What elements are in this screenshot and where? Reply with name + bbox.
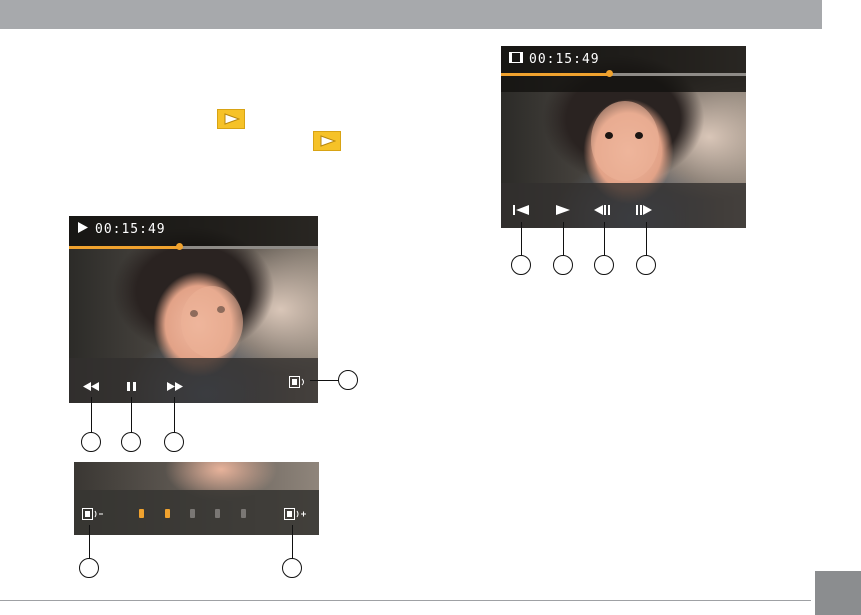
play-icon <box>313 131 341 151</box>
status-bar: 00:15:49 <box>69 216 318 250</box>
footer-rule <box>0 600 811 601</box>
callout-marker <box>511 255 531 275</box>
eye <box>605 132 613 139</box>
callout-marker <box>553 255 573 275</box>
volume-level-segment <box>139 509 144 518</box>
callout-line <box>89 525 90 559</box>
volume-icon[interactable] <box>289 375 309 393</box>
callout-marker <box>79 558 99 578</box>
callout-line <box>604 222 605 256</box>
callout-line <box>310 380 338 381</box>
callout-marker <box>282 558 302 578</box>
face <box>591 101 659 181</box>
pause-icon[interactable] <box>127 378 136 396</box>
play-icon[interactable] <box>556 202 570 220</box>
face <box>181 286 243 358</box>
page-tab <box>815 571 861 615</box>
volume-level-segment <box>241 509 246 518</box>
callout-marker <box>338 370 358 390</box>
callout-marker <box>636 255 656 275</box>
progress-knob[interactable] <box>605 70 613 77</box>
callout-marker <box>81 432 101 452</box>
callout-line <box>91 397 92 433</box>
time-display: 00:15:49 <box>77 222 166 237</box>
play-icon <box>217 109 245 129</box>
eye <box>635 132 643 139</box>
previous-frame-icon[interactable] <box>513 202 529 220</box>
step-forward-icon[interactable] <box>636 202 652 220</box>
video-icon <box>509 52 523 67</box>
elapsed-time: 00:15:49 <box>529 52 600 67</box>
volume-level-segment <box>165 509 170 518</box>
control-bar <box>69 358 318 403</box>
fast-forward-icon[interactable] <box>167 378 183 396</box>
elapsed-time: 00:15:49 <box>95 222 166 237</box>
callout-line <box>174 397 175 433</box>
callout-marker <box>121 432 141 452</box>
progress-bar[interactable] <box>501 70 746 77</box>
progress-fill <box>501 73 609 76</box>
status-bar: 00:15:49 <box>501 46 746 92</box>
rewind-icon[interactable] <box>83 378 99 396</box>
volume-level-segment <box>215 509 220 518</box>
progress-bar[interactable] <box>69 243 318 250</box>
time-display: 00:15:49 <box>509 52 600 67</box>
callout-marker <box>594 255 614 275</box>
control-bar <box>501 183 746 228</box>
video-paused-screen: 00:15:49 <box>501 46 746 228</box>
volume-up-icon[interactable] <box>284 507 308 525</box>
progress-knob[interactable] <box>175 243 183 250</box>
video-playback-screen: 00:15:49 <box>69 216 318 403</box>
callout-line <box>646 222 647 256</box>
callout-marker <box>164 432 184 452</box>
volume-down-icon[interactable] <box>82 507 104 525</box>
step-back-icon[interactable] <box>594 202 610 220</box>
volume-level-segment <box>190 509 195 518</box>
header-bar <box>0 0 822 29</box>
volume-bar <box>74 490 319 535</box>
progress-fill <box>69 246 179 249</box>
callout-line <box>292 525 293 559</box>
play-icon <box>77 222 89 237</box>
callout-line <box>131 397 132 433</box>
volume-adjust-screen <box>74 462 319 535</box>
callout-line <box>521 222 522 256</box>
callout-line <box>563 222 564 256</box>
